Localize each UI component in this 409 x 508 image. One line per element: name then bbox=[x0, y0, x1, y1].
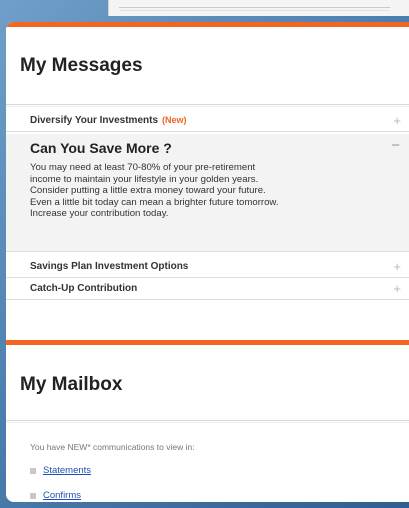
accordion-item-save-more: Can You Save More ? − You may need at le… bbox=[6, 134, 409, 252]
accordion-label: Diversify Your Investments (New) bbox=[30, 115, 187, 126]
previous-panel-edge bbox=[108, 0, 409, 16]
accordion-item-investment-options[interactable]: Savings Plan Investment Options + bbox=[6, 256, 409, 278]
accent-bar bbox=[6, 340, 409, 345]
divider bbox=[119, 10, 390, 11]
accordion-label: Savings Plan Investment Options bbox=[30, 261, 189, 272]
message-line: income to maintain your lifestyle in you… bbox=[30, 173, 259, 185]
panel-title-messages: My Messages bbox=[20, 55, 143, 76]
divider bbox=[6, 420, 409, 421]
accordion-item-catch-up[interactable]: Catch-Up Contribution + bbox=[6, 278, 409, 300]
expand-plus-icon[interactable]: + bbox=[393, 259, 401, 274]
message-line: Even a little bit today can mean a brigh… bbox=[30, 196, 279, 208]
device-screen: My Messages Diversify Your Investments (N… bbox=[6, 22, 409, 502]
divider bbox=[6, 106, 409, 107]
accordion-label: Catch-Up Contribution bbox=[30, 283, 138, 294]
expand-plus-icon[interactable]: + bbox=[393, 113, 401, 128]
confirms-link[interactable]: Confirms bbox=[30, 490, 81, 501]
divider bbox=[6, 104, 409, 105]
accordion-item-diversify[interactable]: Diversify Your Investments (New) + bbox=[6, 110, 409, 132]
new-badge: (New) bbox=[162, 115, 187, 125]
panel-title-mailbox: My Mailbox bbox=[20, 374, 123, 395]
collapse-minus-icon[interactable]: − bbox=[391, 137, 400, 154]
message-body: You may need at least 70-80% of your pre… bbox=[30, 162, 370, 220]
divider bbox=[119, 7, 390, 8]
my-messages-panel: My Messages Diversify Your Investments (N… bbox=[6, 22, 409, 335]
message-line: Consider putting a little extra money to… bbox=[30, 185, 266, 197]
accordion-heading[interactable]: Can You Save More ? bbox=[30, 140, 172, 156]
mailbox-intro-text: You have NEW* communications to view in: bbox=[30, 442, 195, 452]
accent-bar bbox=[6, 22, 409, 27]
divider bbox=[6, 422, 409, 423]
message-line: Increase your contribution today. bbox=[30, 208, 169, 220]
statements-link[interactable]: Statements bbox=[30, 465, 91, 476]
bullet-icon bbox=[30, 467, 36, 474]
expand-plus-icon[interactable]: + bbox=[393, 281, 401, 296]
bullet-icon bbox=[30, 492, 36, 499]
my-mailbox-panel: My Mailbox You have NEW* communications … bbox=[6, 340, 409, 502]
message-line: You may need at least 70-80% of your pre… bbox=[30, 162, 256, 173]
